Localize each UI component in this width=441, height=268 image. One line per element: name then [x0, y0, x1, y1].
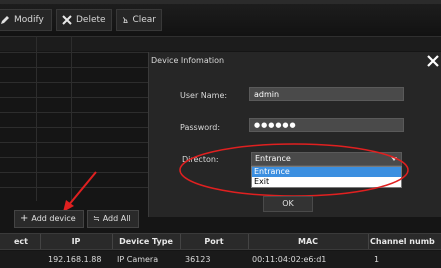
column-header-mac[interactable]: MAC [248, 234, 368, 249]
column-header-ip[interactable]: IP [40, 234, 112, 249]
column-header-select[interactable]: ect [0, 234, 35, 249]
list-header-band [0, 37, 441, 51]
column-divider [368, 234, 369, 249]
modify-label: Modify [14, 15, 44, 25]
add-all-icon: ≒ [93, 214, 100, 223]
modify-button[interactable]: Modify [0, 9, 52, 31]
annotation-arrow [63, 171, 97, 212]
username-input[interactable] [249, 87, 404, 101]
column-header-channel-number[interactable]: Channel numb [370, 234, 441, 249]
close-icon[interactable] [426, 52, 440, 70]
dialog-title: Device Infomation [151, 56, 225, 65]
cell-ip: 192.168.1.88 [48, 255, 102, 264]
cell-device-type: IP Camera [117, 255, 159, 264]
cell-channel: 1 [374, 255, 380, 264]
device-table-header: ect IP Device Type Port MAC Channel numb [0, 233, 441, 250]
plus-icon: + [20, 213, 29, 224]
grid-line [0, 142, 148, 143]
grid-line [0, 127, 148, 128]
username-label: User Name: [180, 91, 228, 100]
grid-line [0, 67, 148, 68]
delete-label: Delete [76, 15, 106, 25]
close-icon [62, 15, 72, 25]
cell-mac: 00:11:04:02:e6:d1 [252, 255, 327, 264]
pencil-icon [1, 16, 9, 24]
toolbar: Modify Delete Clear [0, 4, 441, 37]
broom-icon [122, 17, 128, 23]
ok-button[interactable]: OK [263, 196, 313, 212]
grid-line [0, 52, 148, 53]
table-row[interactable]: 192.168.1.88 IP Camera 36123 00:11:04:02… [0, 251, 441, 268]
password-input[interactable]: ●●●●●● [249, 118, 404, 132]
add-all-label: Add All [102, 214, 131, 223]
add-device-button[interactable]: + Add device [14, 210, 84, 228]
cell-port: 36123 [185, 255, 211, 264]
add-all-button[interactable]: ≒ Add All [87, 210, 139, 228]
clear-label: Clear [132, 15, 156, 25]
grid-line [0, 97, 148, 98]
annotation-ellipse [179, 143, 409, 197]
clear-button[interactable]: Clear [116, 9, 162, 31]
column-header-device-type[interactable]: Device Type [112, 234, 180, 249]
grid-line [0, 112, 148, 113]
grid-line [0, 157, 148, 158]
delete-button[interactable]: Delete [56, 9, 112, 31]
column-header-port[interactable]: Port [180, 234, 248, 249]
add-device-label: Add device [31, 214, 76, 223]
password-label: Password: [180, 123, 221, 132]
grid-line [36, 36, 37, 201]
grid-line [0, 82, 148, 83]
